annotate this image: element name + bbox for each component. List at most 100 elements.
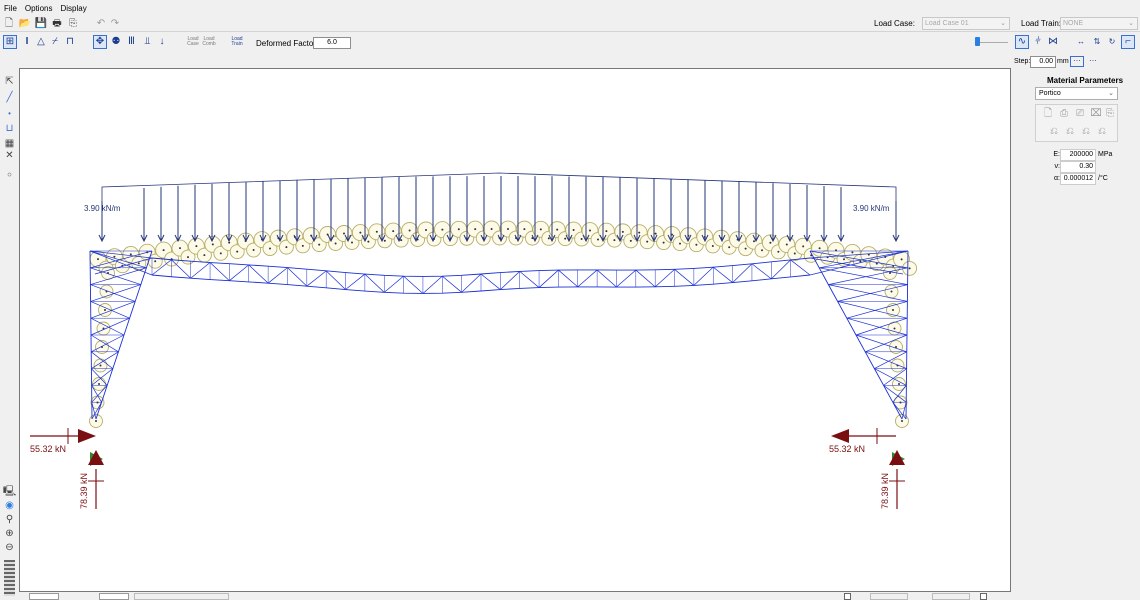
e-input[interactable]: 200000	[1060, 149, 1096, 161]
moment-circle-center	[408, 229, 411, 232]
nu-input[interactable]: 0.30	[1060, 161, 1096, 173]
copy-icon[interactable]: ⎘	[67, 18, 79, 30]
left-column-diagonal	[90, 301, 130, 319]
step-back-icon[interactable]: ⋯	[1070, 56, 1084, 67]
load-comb-button[interactable]: Load Comb	[202, 37, 216, 47]
coord-x-field	[29, 593, 59, 600]
frame-diagram: 55.32 kN 78.39 kN 55.32 kN 78.39 kN 3.90…	[30, 172, 918, 509]
draw-member-icon[interactable]: ╱	[0, 92, 19, 104]
shear-arrows-icon[interactable]: ⇅	[1091, 36, 1103, 48]
moment-arrows-icon[interactable]: ↻	[1106, 36, 1118, 48]
shear-force-icon[interactable]: ⋈	[1047, 36, 1059, 48]
right-panel: Step: 0.00 mm ⋯ ⋯ Material Parameters Po…	[1012, 52, 1140, 600]
truss-members	[89, 250, 909, 420]
menu-options[interactable]: Options	[25, 4, 53, 16]
print-icon[interactable]: 🖶	[51, 18, 63, 30]
ruler-icon[interactable]: ▦	[0, 138, 19, 150]
application-window: { "menu": ["File", "Options", "Display"]…	[0, 0, 1140, 600]
moment-circle-center	[351, 241, 353, 244]
material-new-icon[interactable]: 🗋	[1042, 108, 1054, 120]
load-train-button[interactable]: Load Train	[230, 37, 244, 47]
moment-circle-center	[572, 229, 575, 232]
deformed-factor-input[interactable]: 6.0	[313, 37, 351, 49]
draw-node-icon[interactable]: •	[0, 108, 19, 120]
moment-circle-center	[859, 260, 862, 263]
load-comb-btn-line2: Comb	[202, 41, 216, 47]
moment-circle-center	[646, 240, 649, 243]
zoom-in-icon[interactable]: ⊕	[0, 528, 19, 540]
beam-diagonal	[790, 259, 811, 276]
globe-icon[interactable]: ◉	[0, 500, 19, 512]
delete-icon[interactable]: ✕	[0, 150, 19, 162]
grid-x-field[interactable]	[870, 593, 908, 600]
nu-label: ν:	[1054, 163, 1060, 170]
thermal-load-icon[interactable]: ⫫	[141, 36, 154, 48]
moment-load-icon[interactable]: ⚉	[110, 36, 122, 48]
structure-mode-icon[interactable]: ⊞	[3, 35, 17, 49]
axial-force-icon[interactable]: ⫩	[1032, 36, 1044, 48]
material-unassign-all-icon[interactable]: ⎌	[1096, 126, 1108, 138]
axial-arrows-icon[interactable]: ↔	[1075, 36, 1087, 48]
snap-checkbox[interactable]	[980, 593, 987, 600]
beam-diagonal	[209, 262, 230, 281]
left-toolbar: ⇱ ╱ • ⊔ ▦ ✕ ⸰ 🖳 ◉ ⚲ ⊕ ⊖	[0, 68, 19, 600]
moment-circle-center	[843, 258, 845, 261]
point-load-icon[interactable]: ↓	[157, 36, 167, 48]
new-file-icon[interactable]: 🗋	[3, 18, 15, 30]
snap-icon[interactable]: ⸰	[0, 170, 19, 182]
moment-circle-center	[104, 309, 106, 311]
material-save-icon[interactable]: ⎚	[1074, 108, 1086, 120]
material-unassign-icon[interactable]: ⎌	[1080, 126, 1092, 138]
moment-circle-center	[728, 246, 731, 249]
material-delete-icon[interactable]: ⌧	[1090, 108, 1102, 120]
material-copy-icon[interactable]: ⎘	[1104, 108, 1116, 120]
save-icon[interactable]: 💾	[35, 18, 47, 30]
step-input[interactable]: 0.00	[1030, 56, 1056, 68]
beam-diagonal	[577, 269, 598, 288]
moment-circle-center	[621, 230, 624, 233]
dimension-icon[interactable]: ⊔	[0, 123, 19, 135]
moment-circle-center	[95, 420, 97, 422]
line-view-icon[interactable]: ⌐	[1121, 35, 1135, 49]
deformation-slider-thumb[interactable]	[975, 37, 980, 46]
grid-checkbox[interactable]	[844, 593, 851, 600]
reaction-h-right-label: 55.32 kN	[829, 444, 865, 454]
load-train-select[interactable]: NONE ⌄	[1060, 17, 1138, 30]
hinge-icon[interactable]: ⌿	[49, 36, 61, 48]
load-case-button[interactable]: Load Case	[186, 37, 200, 47]
material-select[interactable]: Portico ⌄	[1035, 87, 1118, 100]
moment-circle-center	[744, 247, 747, 250]
moment-circle-center	[654, 232, 657, 235]
support-icon[interactable]: △	[35, 36, 47, 48]
material-import-icon[interactable]: ⎙	[1058, 108, 1070, 120]
deformed-view-icon[interactable]: ∿	[1015, 35, 1029, 49]
undo-icon[interactable]: ↶	[96, 18, 106, 30]
moment-circle-center	[162, 249, 165, 252]
moment-circle-center	[605, 230, 608, 233]
moment-circle-center	[900, 258, 903, 261]
step-unit: mm	[1057, 58, 1069, 65]
open-folder-icon[interactable]: 📂	[19, 18, 31, 30]
grid-y-field[interactable]	[932, 593, 970, 600]
material-assign-icon[interactable]: ⎌	[1048, 126, 1060, 138]
nodal-load-icon[interactable]: ✥	[93, 35, 107, 49]
zoom-icon[interactable]: ⚲	[0, 514, 19, 526]
menu-file[interactable]: File	[4, 4, 17, 16]
menu-display[interactable]: Display	[60, 4, 86, 16]
alpha-input[interactable]: 0.000012	[1060, 173, 1096, 185]
distributed-load-icon[interactable]: Ⅲ	[125, 36, 138, 48]
drawing-canvas[interactable]: 55.32 kN 78.39 kN 55.32 kN 78.39 kN 3.90…	[19, 68, 1011, 592]
load-case-select[interactable]: Load Case 01 ⌄	[922, 17, 1010, 30]
monitor-icon[interactable]: 🖳	[0, 486, 19, 498]
e-unit: MPa	[1098, 151, 1113, 158]
select-pointer-icon[interactable]: ⇱	[0, 76, 19, 88]
frame-icon[interactable]: ⊓	[63, 36, 77, 48]
zoom-out-icon[interactable]: ⊖	[0, 542, 19, 554]
moment-circle-center	[818, 247, 821, 250]
step-forward-icon[interactable]: ⋯	[1086, 56, 1100, 67]
beam-top-chord	[151, 257, 811, 277]
section-icon[interactable]: I	[21, 36, 33, 48]
redo-icon[interactable]: ↷	[110, 18, 120, 30]
material-assign-all-icon[interactable]: ⎌	[1064, 126, 1076, 138]
moment-circle-center	[113, 255, 116, 258]
